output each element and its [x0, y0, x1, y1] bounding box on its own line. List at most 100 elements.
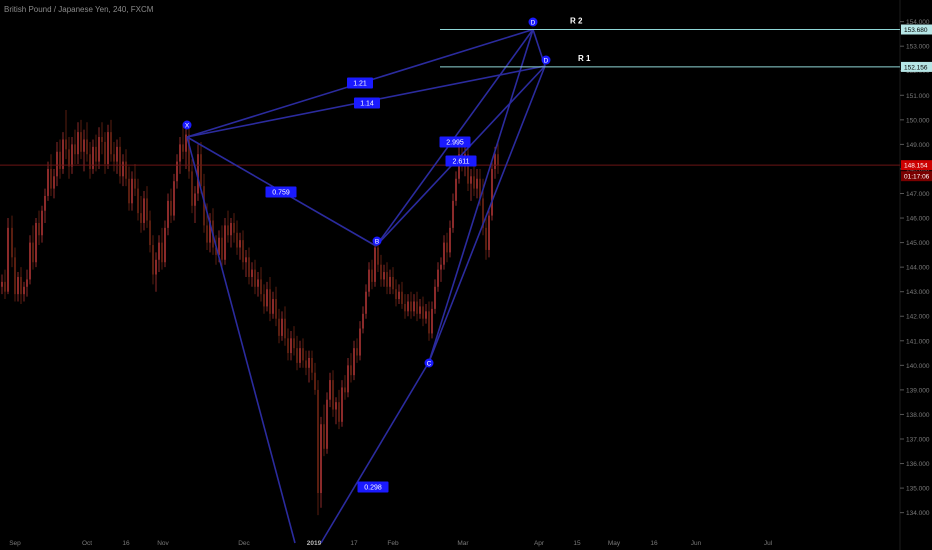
candle-body	[221, 237, 223, 260]
candle-body	[443, 242, 445, 265]
candle-body	[230, 222, 232, 236]
candle-body	[476, 178, 478, 189]
candle-body	[17, 276, 19, 295]
candle-body	[401, 291, 403, 304]
x-tick-label: Dec	[238, 540, 250, 547]
candle-body	[116, 146, 118, 162]
candle-body	[326, 399, 328, 449]
x-tick-label: Jun	[691, 540, 702, 547]
x-tick-label: Feb	[387, 540, 399, 547]
candle-body	[146, 198, 148, 221]
y-tick-label: 147.000	[906, 191, 930, 198]
candle-body	[122, 161, 124, 177]
candle-body	[26, 279, 28, 287]
candle-body	[263, 294, 265, 307]
cd-line-r1	[428, 65, 546, 363]
candle-body	[416, 301, 418, 314]
x-tick-label: 15	[573, 540, 581, 547]
y-tick-label: 153.000	[906, 44, 930, 51]
y-tick-label: 140.000	[906, 363, 930, 370]
candle-body	[497, 154, 499, 166]
candle-body	[302, 348, 304, 361]
candle-body	[182, 144, 184, 152]
candle-body	[176, 161, 178, 182]
candle-body	[470, 176, 472, 184]
y-tick-label: 145.000	[906, 240, 930, 247]
price-chart[interactable]: 154.000153.000152.000151.000150.000149.0…	[0, 0, 932, 550]
y-tick-label: 142.000	[906, 314, 930, 321]
candle-body	[344, 387, 346, 393]
x-tick-label: Nov	[157, 540, 169, 547]
candle-body	[32, 242, 34, 263]
candle-body	[131, 178, 133, 204]
candle-body	[44, 195, 46, 211]
candle-body	[7, 227, 9, 292]
candle-body	[293, 338, 295, 349]
candle-body	[275, 299, 277, 319]
candle-body	[266, 289, 268, 307]
candle-body	[134, 178, 136, 189]
candle-body	[80, 132, 82, 152]
candle-body	[86, 139, 88, 155]
candle-body	[119, 146, 121, 177]
candle-body	[407, 301, 409, 312]
x-tick-label: Jul	[764, 540, 773, 547]
candle-body	[440, 264, 442, 270]
candle-body	[29, 242, 31, 280]
candle-body	[341, 387, 343, 422]
countdown-label: 01:17:06	[904, 174, 930, 181]
candle-body	[59, 151, 61, 169]
x-tick-label: Sep	[9, 540, 21, 547]
candle-body	[233, 222, 235, 233]
candle-body	[386, 272, 388, 287]
candle-body	[242, 240, 244, 263]
candle-body	[395, 289, 397, 300]
candle-body	[101, 137, 103, 142]
candle-body	[173, 181, 175, 216]
candle-body	[20, 276, 22, 295]
level-name: R 2	[570, 17, 583, 26]
candle-body	[359, 328, 361, 356]
candle-body	[362, 313, 364, 329]
candle-body	[14, 257, 16, 295]
candle-body	[71, 144, 73, 167]
candle-body	[314, 372, 316, 390]
candle-body	[35, 222, 37, 263]
candle-body	[200, 154, 202, 187]
candle-body	[257, 279, 259, 287]
candle-body	[140, 213, 142, 223]
ratio-label: 2.611	[453, 159, 470, 166]
candle-body	[437, 269, 439, 287]
candle-body	[236, 232, 238, 248]
candle-body	[260, 279, 262, 295]
level-name: R 1	[578, 54, 591, 63]
point-label: D	[544, 58, 549, 65]
point-label: C	[427, 361, 432, 368]
ac-line	[320, 361, 430, 544]
candle-body	[1, 281, 3, 287]
candle-body	[491, 168, 493, 216]
candle-body	[296, 348, 298, 363]
ratio-label: 2.995	[446, 140, 464, 147]
candle-body	[206, 225, 208, 243]
point-label: B	[375, 239, 379, 246]
x-tick-label: 16	[122, 540, 130, 547]
candle-body	[452, 200, 454, 228]
y-tick-label: 149.000	[906, 142, 930, 149]
candle-body	[104, 141, 106, 165]
candle-body	[332, 380, 334, 410]
level-value: 153.680	[904, 27, 928, 34]
candle-body	[56, 151, 58, 177]
candle-body	[425, 311, 427, 319]
candle-body	[95, 146, 97, 162]
candle-body	[347, 365, 349, 393]
candle-body	[143, 198, 145, 223]
current-price-label: 148.154	[904, 163, 928, 170]
candle-body	[38, 222, 40, 236]
candle-body	[245, 257, 247, 263]
candle-body	[239, 240, 241, 248]
candle-body	[68, 149, 70, 167]
candle-body	[431, 308, 433, 334]
ratio-label: 1.14	[360, 101, 374, 108]
candle-body	[446, 242, 448, 253]
